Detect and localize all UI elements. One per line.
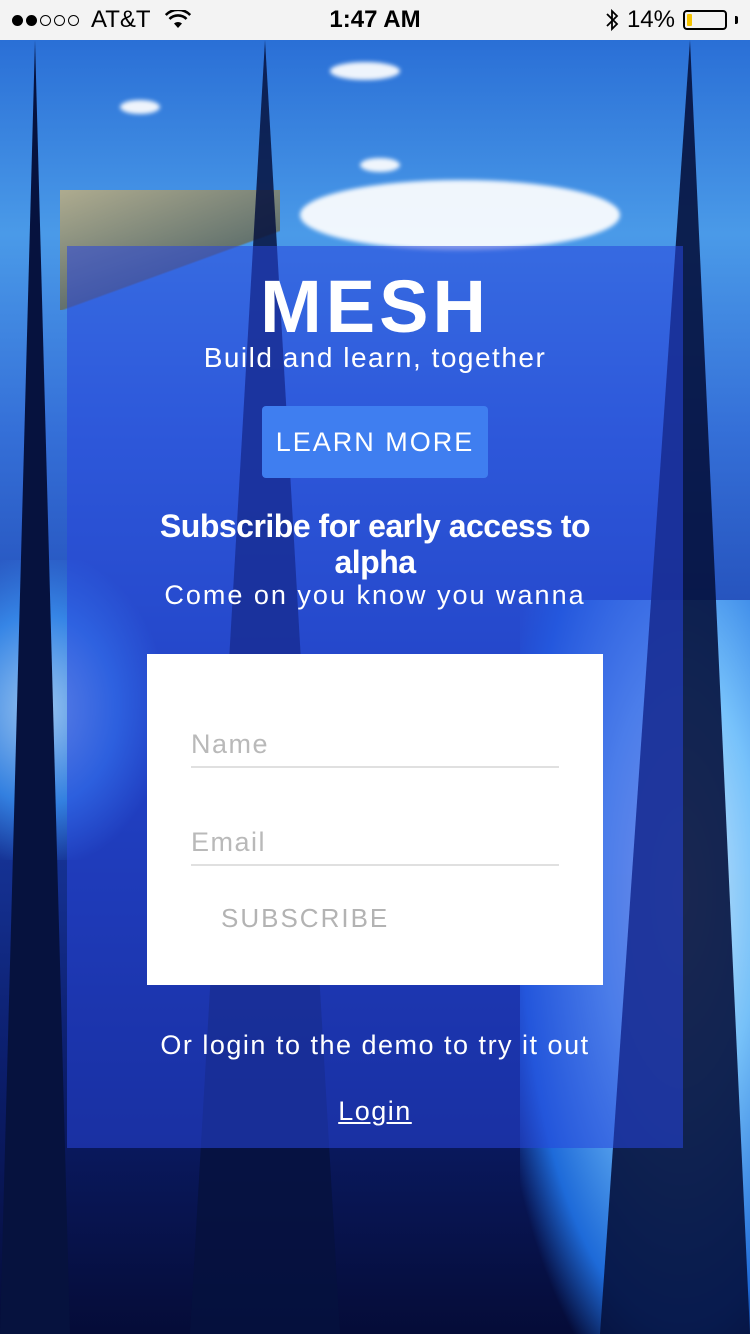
brand-tagline: Build and learn, together bbox=[203, 342, 547, 373]
email-input[interactable] bbox=[191, 827, 559, 864]
cloud bbox=[330, 62, 400, 80]
subscribe-button[interactable]: SUBSCRIBE bbox=[215, 898, 395, 938]
cloud bbox=[300, 180, 620, 250]
login-link[interactable]: Login bbox=[67, 1096, 683, 1127]
battery-fill bbox=[687, 14, 692, 26]
name-field-wrapper bbox=[191, 722, 559, 768]
status-right: 14% bbox=[605, 0, 738, 40]
subscribe-form: SUBSCRIBE bbox=[147, 654, 603, 985]
name-input[interactable] bbox=[191, 729, 559, 766]
subscribe-subheading: Come on you know you wanna bbox=[164, 580, 586, 610]
demo-prompt-text: Or login to the demo to try it out bbox=[160, 1030, 590, 1060]
email-field-wrapper bbox=[191, 820, 559, 866]
status-bar: AT&T 1:47 AM 14% bbox=[0, 0, 750, 40]
brand-title: MESH bbox=[260, 265, 490, 348]
battery-tip bbox=[735, 16, 738, 24]
battery-percent: 14% bbox=[626, 6, 675, 33]
battery-icon bbox=[683, 10, 727, 30]
subscribe-heading: Subscribe for early access to alpha bbox=[159, 508, 591, 580]
cloud bbox=[120, 100, 160, 114]
bluetooth-icon bbox=[606, 8, 619, 32]
cloud bbox=[360, 158, 400, 172]
signup-card: MESH Build and learn, together LEARN MOR… bbox=[67, 246, 683, 1148]
learn-more-button[interactable]: LEARN MORE bbox=[262, 406, 488, 478]
